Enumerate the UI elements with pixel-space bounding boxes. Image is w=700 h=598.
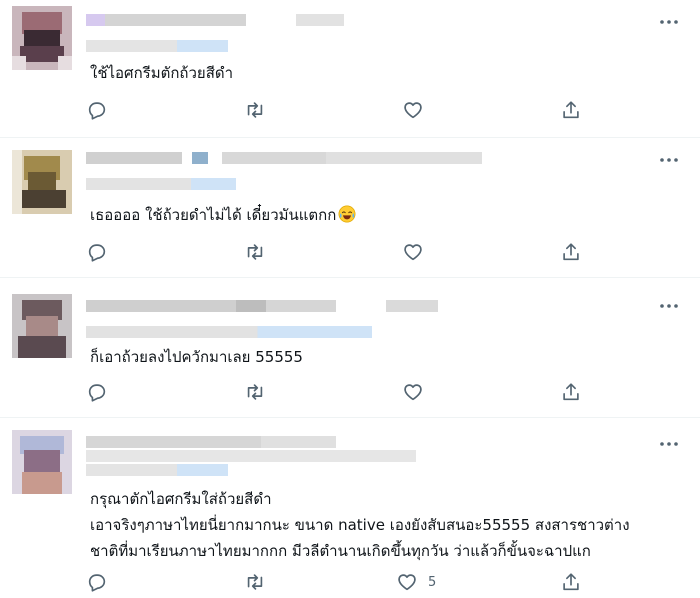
avatar[interactable]: [12, 430, 72, 494]
retweet-icon: [247, 244, 263, 260]
user-name-blurred[interactable]: [86, 152, 182, 164]
retweet-button[interactable]: [244, 240, 266, 264]
face-with-tears-of-joy-icon: [338, 205, 356, 223]
tweet-text-line: เอาจริงๆภาษาไทยนี่ยากมากนะ ขนาด native เ…: [90, 516, 630, 534]
share-button[interactable]: [560, 98, 582, 122]
reply-icon: [88, 384, 106, 402]
heart-icon: [404, 244, 422, 261]
share-button[interactable]: [560, 380, 582, 404]
tweet[interactable]: ใช้ไอศกรีมตักถ้วยสีดำ: [0, 0, 700, 138]
retweet-icon: [247, 574, 263, 590]
user-name-blurred[interactable]: [86, 14, 246, 26]
user-name-blurred[interactable]: [86, 300, 336, 312]
share-button[interactable]: [560, 240, 582, 264]
tweet-text-line: เธออออ ใช้ถ้วยดำไม่ได้ เดี๋ยวมันแตกก: [90, 202, 356, 228]
tweet-text: เธออออ ใช้ถ้วยดำไม่ได้ เดี๋ยวมันแตกก: [90, 202, 356, 228]
heart-icon: [398, 574, 416, 591]
tweet[interactable]: กรุณาตักไอศกรีมใส่ถ้วยสีดำ เอาจริงๆภาษาไ…: [0, 418, 700, 598]
retweet-button[interactable]: [244, 98, 266, 122]
tweet-text-line: ชาติที่มาเรียนภาษาไทยมากกก มีวลีตำนานเกิ…: [90, 542, 591, 560]
tweet-text: กรุณาตักไอศกรีมใส่ถ้วยสีดำ เอาจริงๆภาษาไ…: [90, 486, 630, 564]
user-handle-blurred[interactable]: [86, 464, 228, 476]
like-button[interactable]: [402, 240, 434, 264]
more-dots-icon[interactable]: [658, 14, 680, 30]
tweet-text: ใช้ไอศกรีมตักถ้วยสีดำ: [90, 60, 233, 86]
reply-icon: [88, 102, 106, 120]
user-name-blurred[interactable]: [86, 436, 336, 448]
more-dots-icon[interactable]: [658, 298, 680, 314]
tweet-text-line: ก็เอาถ้วยลงไปควักมาเลย 55555: [90, 348, 303, 366]
retweet-button[interactable]: [244, 570, 266, 594]
tweet-actions: [86, 380, 586, 404]
tweet-text: ก็เอาถ้วยลงไปควักมาเลย 55555: [90, 344, 303, 370]
tweet[interactable]: เธออออ ใช้ถ้วยดำไม่ได้ เดี๋ยวมันแตกก: [0, 138, 700, 278]
reply-button[interactable]: [86, 380, 108, 404]
tweet-actions: [86, 98, 586, 122]
like-button[interactable]: [402, 98, 434, 122]
avatar[interactable]: [12, 294, 72, 358]
heart-icon: [404, 102, 422, 119]
tweet-actions: [86, 240, 586, 264]
heart-icon: [404, 384, 422, 401]
tweet-text-line: ใช้ไอศกรีมตักถ้วยสีดำ: [90, 64, 234, 82]
user-handle-blurred[interactable]: [86, 40, 228, 52]
more-dots-icon[interactable]: [658, 152, 680, 168]
avatar[interactable]: [12, 150, 72, 214]
reply-button[interactable]: [86, 98, 108, 122]
tweet[interactable]: ก็เอาถ้วยลงไปควักมาเลย 55555: [0, 278, 700, 418]
retweet-button[interactable]: [244, 380, 266, 404]
retweet-icon: [247, 384, 263, 400]
more-dots-icon[interactable]: [658, 436, 680, 452]
retweet-icon: [247, 102, 263, 118]
share-icon: [563, 573, 579, 591]
share-icon: [563, 101, 579, 119]
reply-button[interactable]: [86, 570, 108, 594]
tweet-actions: 5: [86, 570, 586, 594]
reply-icon: [88, 574, 106, 592]
user-handle-blurred[interactable]: [86, 326, 372, 338]
share-icon: [563, 383, 579, 401]
tweet-text-line: กรุณาตักไอศกรีมใส่ถ้วยสีดำ: [90, 490, 272, 508]
like-button[interactable]: [402, 380, 434, 404]
like-button[interactable]: 5: [396, 570, 436, 594]
avatar[interactable]: [12, 6, 72, 70]
like-count: 5: [428, 574, 437, 590]
share-icon: [563, 243, 579, 261]
share-button[interactable]: [560, 570, 582, 594]
reply-icon: [88, 244, 106, 262]
reply-button[interactable]: [86, 240, 108, 264]
user-handle-blurred[interactable]: [86, 178, 236, 190]
